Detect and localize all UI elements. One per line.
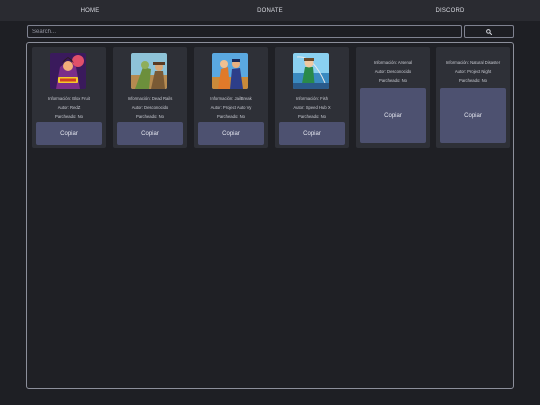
scripts-container: Información: Blox Fruit Autor: RedZ Parc… xyxy=(26,42,514,389)
fish-thumbnail xyxy=(293,53,329,89)
card-info: Información: Dead Rails xyxy=(127,96,173,101)
card-info: Información: JailBreak xyxy=(210,96,252,101)
script-card-arsenal: Información: Arsenal Autor: Desconocido … xyxy=(356,47,430,148)
card-author: Autor: Desconocido xyxy=(374,69,412,74)
card-author: Autor: Project Auto Vy xyxy=(210,105,252,110)
script-card-fish: Información: Fish Autor: Speed Hub X Par… xyxy=(275,47,349,148)
card-author: Autor: Project Night xyxy=(454,69,492,74)
card-patched: Parcheado: No xyxy=(379,78,407,83)
card-author: Autor: Speed Hub X xyxy=(293,105,331,110)
card-info: Información: Arsenal xyxy=(373,60,413,65)
copy-button[interactable]: Copiar xyxy=(440,88,506,143)
search-icon xyxy=(486,28,492,35)
search-input[interactable] xyxy=(27,25,462,38)
nav-discord-link[interactable]: DISCORD xyxy=(360,8,540,14)
dead-rails-thumbnail xyxy=(131,53,167,89)
script-card-natural-disaster: Información: Natural Disaster Autor: Pro… xyxy=(436,47,510,148)
card-patched: Parcheado: No xyxy=(459,78,487,83)
card-patched: Parcheado: No xyxy=(136,114,164,119)
copy-button[interactable]: Copiar xyxy=(36,122,102,145)
blox-fruit-thumbnail xyxy=(50,53,86,89)
card-info: Información: Blox Fruit xyxy=(48,96,90,101)
top-nav-bar: HOME DONATE DISCORD xyxy=(0,0,540,21)
search-bar xyxy=(27,25,514,38)
nav-home-link[interactable]: HOME xyxy=(0,8,180,14)
card-author: Autor: Desconocido xyxy=(131,105,169,110)
copy-button[interactable]: Copiar xyxy=(198,122,264,145)
card-patched: Parcheado: No xyxy=(298,114,326,119)
card-info: Información: Fish xyxy=(295,96,329,101)
jailbreak-thumbnail xyxy=(212,53,248,89)
copy-button[interactable]: Copiar xyxy=(279,122,345,145)
script-card-dead-rails: Información: Dead Rails Autor: Desconoci… xyxy=(113,47,187,148)
script-card-blox-fruit: Información: Blox Fruit Autor: RedZ Parc… xyxy=(32,47,106,148)
copy-button[interactable]: Copiar xyxy=(360,88,426,143)
script-card-jailbreak: Información: JailBreak Autor: Project Au… xyxy=(194,47,268,148)
copy-button[interactable]: Copiar xyxy=(117,122,183,145)
card-patched: Parcheado: No xyxy=(217,114,245,119)
nav-donate-link[interactable]: DONATE xyxy=(180,8,360,14)
card-author: Autor: RedZ xyxy=(57,105,81,110)
card-info: Información: Natural Disaster xyxy=(445,60,501,65)
search-button[interactable] xyxy=(464,25,514,38)
card-patched: Parcheado: No xyxy=(55,114,83,119)
